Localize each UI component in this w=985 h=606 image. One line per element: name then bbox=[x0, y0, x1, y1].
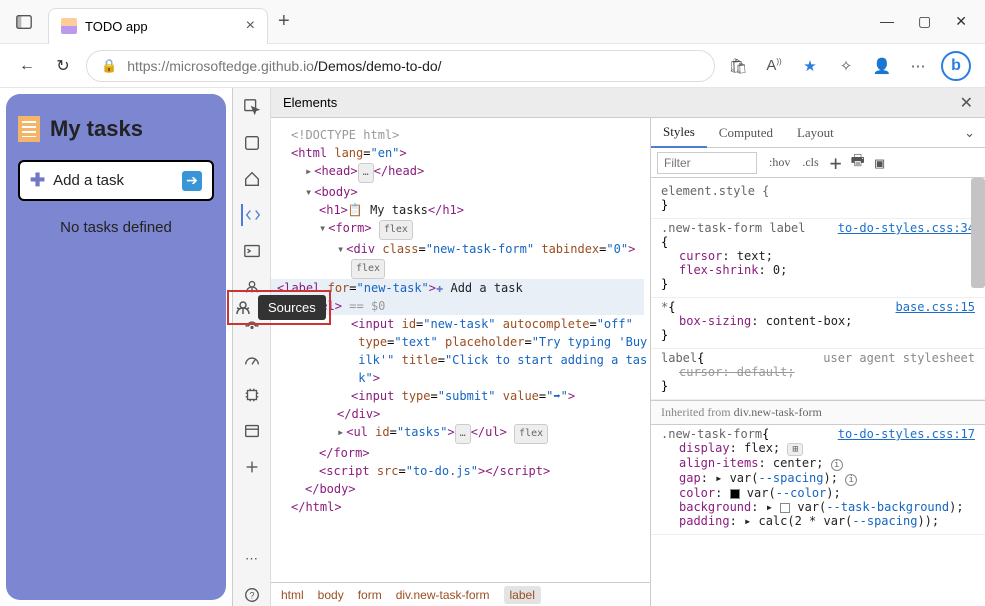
hov-toggle[interactable]: :hov bbox=[763, 155, 796, 170]
tab-favicon bbox=[61, 18, 77, 34]
tab-close-icon[interactable]: × bbox=[246, 17, 255, 35]
add-task-input[interactable]: ✚ Add a task ➔ bbox=[18, 160, 214, 201]
tab-title: TODO app bbox=[85, 19, 148, 34]
more-icon[interactable]: ⋯ bbox=[905, 57, 931, 75]
performance-icon[interactable] bbox=[241, 348, 263, 370]
more-tools-icon[interactable] bbox=[241, 456, 263, 478]
bing-button[interactable]: b bbox=[941, 51, 971, 81]
chevron-down-icon[interactable]: ⌄ bbox=[964, 125, 985, 141]
panel-header: Elements ✕ bbox=[271, 88, 985, 118]
todo-app-pane: My tasks ✚ Add a task ➔ No tasks defined bbox=[6, 94, 226, 600]
window-maximize-icon[interactable]: ▢ bbox=[918, 13, 931, 30]
add-task-label: Add a task bbox=[53, 172, 124, 189]
source-link[interactable]: to-do-styles.css:34 bbox=[838, 221, 975, 235]
window-close-icon[interactable]: ✕ bbox=[955, 13, 967, 30]
home-icon[interactable] bbox=[241, 168, 263, 190]
empty-state-text: No tasks defined bbox=[18, 219, 214, 236]
computed-toggle-icon[interactable]: ▣ bbox=[869, 154, 891, 172]
browser-tab[interactable]: TODO app × bbox=[48, 8, 268, 44]
styles-filter-input[interactable] bbox=[657, 152, 757, 174]
window-minimize-icon[interactable]: ― bbox=[880, 13, 894, 30]
refresh-button[interactable]: ↻ bbox=[50, 56, 76, 76]
memory-icon[interactable] bbox=[241, 384, 263, 406]
devtools-close-icon[interactable]: ✕ bbox=[960, 93, 973, 113]
tab-styles[interactable]: Styles bbox=[651, 118, 707, 148]
read-aloud-icon[interactable]: A)) bbox=[761, 57, 787, 74]
tab-layout[interactable]: Layout bbox=[785, 119, 846, 147]
new-tab-button[interactable]: + bbox=[278, 10, 290, 33]
devtools-activity-bar: ⋯ ? bbox=[233, 88, 271, 606]
inspect-icon[interactable] bbox=[241, 96, 263, 118]
devtools-pane: ⋯ ? Elements ✕ <!DOCTYPE html> <html lan… bbox=[232, 88, 985, 606]
source-link[interactable]: base.css:15 bbox=[896, 300, 975, 314]
console-icon[interactable] bbox=[241, 240, 263, 262]
profile-icon[interactable]: 👤 bbox=[869, 57, 895, 75]
tooltip-text: Sources bbox=[258, 295, 326, 320]
favorites-bar-icon[interactable]: ✧ bbox=[833, 57, 859, 75]
notes-icon bbox=[18, 116, 40, 142]
back-button[interactable]: ← bbox=[14, 57, 40, 75]
sources-tooltip-highlight: Sources bbox=[227, 290, 331, 325]
dom-tree[interactable]: <!DOCTYPE html> <html lang="en"> ▸<head>… bbox=[271, 118, 651, 606]
url-text: https://microsoftedge.github.io/Demos/de… bbox=[127, 58, 441, 74]
bug-icon[interactable] bbox=[232, 297, 254, 319]
tab-actions-icon[interactable] bbox=[0, 13, 48, 31]
tab-computed[interactable]: Computed bbox=[707, 119, 785, 147]
styles-pane: Styles Computed Layout ⌄ :hov .cls + 🖶 ▣ bbox=[651, 118, 985, 606]
panel-title: Elements bbox=[283, 95, 337, 110]
help-icon[interactable]: ? bbox=[241, 584, 263, 606]
app-title: My tasks bbox=[18, 116, 214, 142]
new-rule-icon[interactable]: + bbox=[825, 151, 847, 175]
submit-task-button[interactable]: ➔ bbox=[182, 171, 202, 191]
favorite-icon[interactable]: ★ bbox=[797, 57, 823, 75]
elements-icon[interactable] bbox=[241, 204, 263, 226]
plus-icon: ✚ bbox=[30, 170, 45, 191]
address-bar[interactable]: 🔒 https://microsoftedge.github.io/Demos/… bbox=[86, 50, 715, 82]
svg-text:?: ? bbox=[249, 591, 254, 601]
shopping-icon[interactable]: 🛍 bbox=[725, 57, 751, 75]
scrollbar-thumb[interactable] bbox=[971, 178, 985, 288]
print-icon[interactable]: 🖶 bbox=[847, 150, 869, 175]
lock-icon: 🔒 bbox=[101, 58, 117, 74]
overflow-icon[interactable]: ⋯ bbox=[241, 548, 263, 570]
cls-toggle[interactable]: .cls bbox=[796, 155, 824, 170]
dom-breadcrumb[interactable]: html body form div.new-task-form label bbox=[271, 582, 650, 606]
source-link[interactable]: to-do-styles.css:17 bbox=[838, 427, 975, 441]
application-icon[interactable] bbox=[241, 420, 263, 442]
welcome-icon[interactable] bbox=[241, 132, 263, 154]
